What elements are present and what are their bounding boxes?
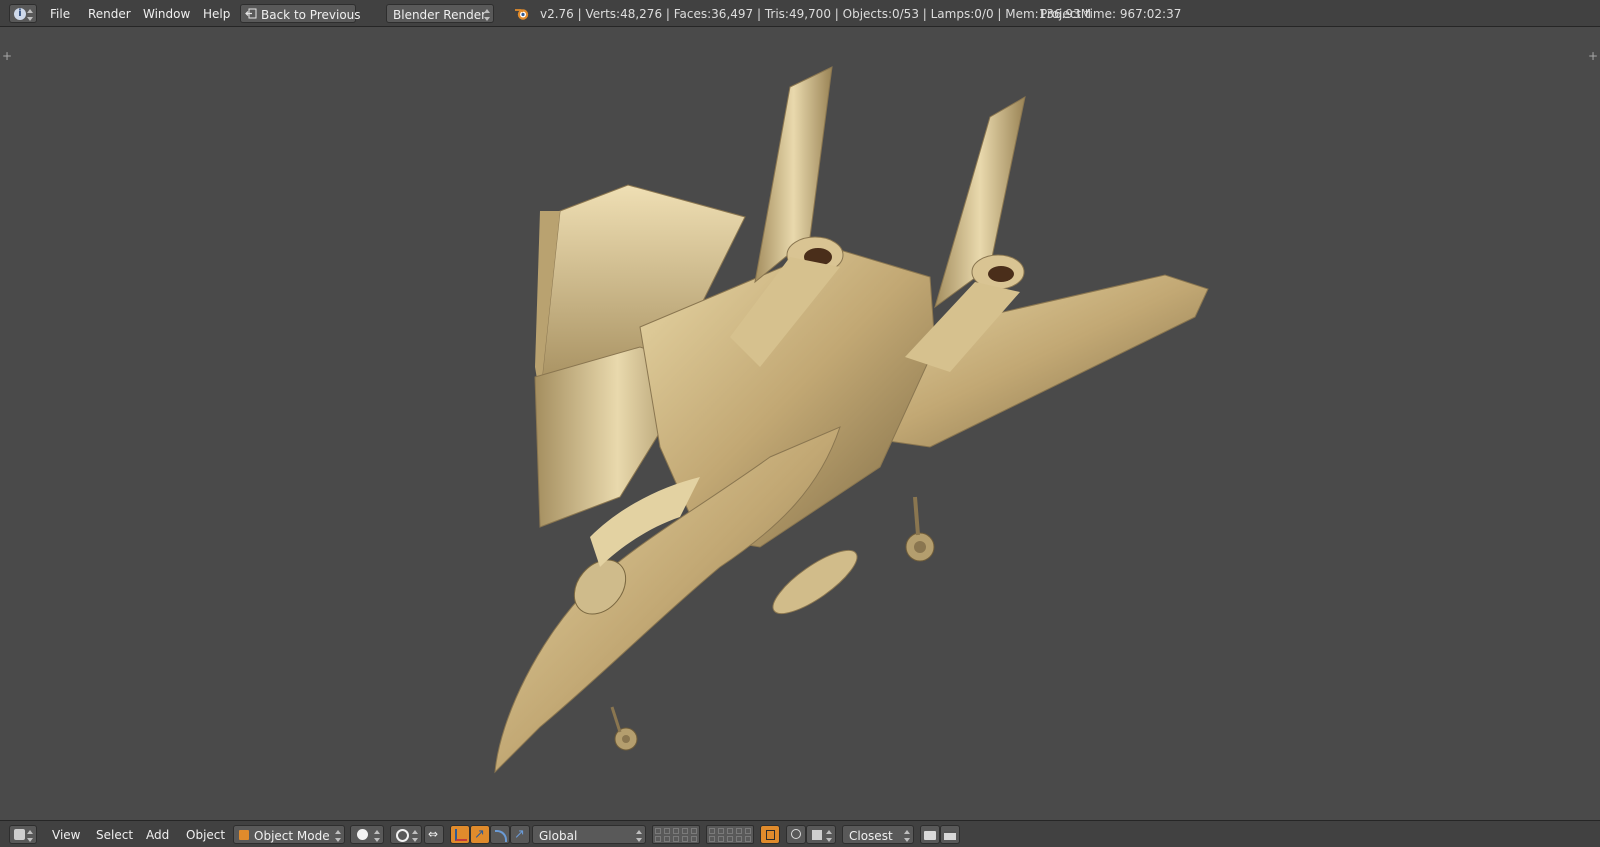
3d-viewport[interactable]: + + [0, 27, 1600, 820]
3d-view-header: View Select Add Object Object Mode ⇔ ↗ ↗… [0, 820, 1600, 847]
chevron-updown-icon [484, 8, 490, 22]
manipulate-center-button[interactable]: ⇔ [424, 825, 444, 844]
lock-layers-toggle[interactable] [760, 825, 780, 844]
scene-layers-group-2[interactable] [706, 825, 754, 844]
menu-help[interactable]: Help [203, 7, 230, 21]
rotate-arc-icon [495, 830, 507, 842]
proportional-editing-button[interactable] [786, 825, 806, 844]
object-mode-dropdown[interactable]: Object Mode [233, 825, 345, 844]
snap-element-dropdown[interactable] [806, 825, 836, 844]
rotate-manipulator-button[interactable] [490, 825, 510, 844]
render-engine-dropdown[interactable]: Blender Render [386, 4, 494, 23]
back-to-previous-label: Back to Previous [261, 8, 361, 22]
object-cube-icon [239, 830, 249, 840]
menu-add[interactable]: Add [146, 828, 169, 842]
scene-layers-group-1[interactable] [652, 825, 700, 844]
aircraft-model[interactable] [0, 27, 1600, 820]
solid-shading-icon [357, 829, 368, 840]
menu-window[interactable]: Window [143, 7, 190, 21]
translate-manipulator-button[interactable]: ↗ [470, 825, 490, 844]
blender-logo-icon [514, 6, 530, 21]
menu-file[interactable]: File [50, 7, 70, 21]
opengl-render-animation-button[interactable] [940, 825, 960, 844]
proportional-edit-icon [791, 829, 801, 839]
chevron-updown-icon [826, 829, 832, 843]
pivot-icon [396, 829, 409, 842]
back-to-previous-button[interactable]: Back to Previous [240, 4, 361, 23]
info-header: i File Render Window Help Back to Previo… [0, 0, 1600, 27]
render-engine-value: Blender Render [393, 8, 487, 22]
chevron-updown-icon [27, 829, 33, 843]
project-time: Project time: 967:02:37 [1040, 7, 1182, 21]
snap-element-icon [812, 830, 822, 840]
pivot-point-dropdown[interactable] [390, 825, 422, 844]
transform-manipulator-toggle[interactable] [450, 825, 470, 844]
lock-icon [766, 830, 775, 840]
transform-orientation-dropdown[interactable]: Global [532, 825, 646, 844]
clapperboard-icon [944, 831, 956, 840]
transform-orientation-value: Global [539, 829, 578, 843]
chevron-updown-icon [335, 829, 341, 843]
chevron-updown-icon [412, 829, 418, 843]
snap-target-value: Closest [849, 829, 893, 843]
opengl-render-image-button[interactable] [920, 825, 940, 844]
chevron-updown-icon [374, 829, 380, 843]
chevron-updown-icon [636, 829, 642, 843]
3d-view-icon [14, 829, 25, 840]
chevron-updown-icon [27, 8, 33, 22]
menu-view[interactable]: View [52, 828, 80, 842]
object-mode-value: Object Mode [254, 829, 330, 843]
menu-object[interactable]: Object [186, 828, 225, 842]
arrows-horizontal-icon: ⇔ [428, 827, 439, 841]
camera-icon [924, 831, 936, 840]
manipulator-icon [455, 829, 467, 841]
chevron-updown-icon [904, 829, 910, 843]
menu-select[interactable]: Select [96, 828, 133, 842]
shading-dropdown[interactable] [350, 825, 384, 844]
scale-manipulator-button[interactable]: ↗ [510, 825, 530, 844]
back-arrow-icon [245, 8, 257, 19]
editor-type-button-3d[interactable] [9, 825, 37, 844]
menu-render[interactable]: Render [88, 7, 131, 21]
scale-icon: ↗ [514, 827, 525, 842]
translate-arrow-icon: ↗ [474, 827, 485, 842]
info-icon: i [14, 8, 26, 20]
snap-target-dropdown[interactable]: Closest [842, 825, 914, 844]
editor-type-button[interactable]: i [9, 4, 37, 23]
scene-statistics: v2.76 | Verts:48,276 | Faces:36,497 | Tr… [540, 7, 1092, 21]
